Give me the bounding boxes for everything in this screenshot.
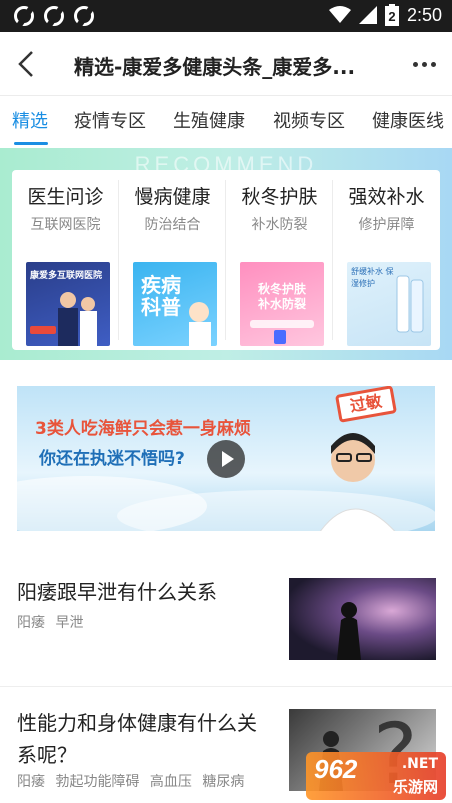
category-tabs: 精选 疫情专区 生殖健康 视频专区 健康医线 <box>0 97 452 147</box>
tab-health-line[interactable]: 健康医线 <box>372 107 444 133</box>
sync-icon <box>74 6 94 26</box>
card-subtitle: 互联网医院 <box>30 217 101 233</box>
article-tag[interactable]: 糖尿病 <box>202 774 244 790</box>
sync-icon <box>44 6 64 26</box>
article-thumbnail <box>289 578 436 660</box>
status-right-icons: 2 2:50 <box>328 4 442 26</box>
watermark-text: 乐游网 <box>392 778 438 796</box>
signal-icon <box>358 6 377 24</box>
recommend-panel: 医生问诊 互联网医院 康爱多互联网医院 慢病健康 防治结合 疾病科普 秋冬护肤 … <box>12 170 440 350</box>
article-item[interactable]: 阳痿跟早泄有什么关系 阳痿 早泄 <box>0 560 452 680</box>
card-thumbnail: 舒缓补水 保湿修护 <box>347 262 431 346</box>
article-tag[interactable]: 早泄 <box>55 615 83 631</box>
card-subtitle: 修护屏障 <box>358 217 415 233</box>
card-title: 慢病健康 <box>134 186 211 208</box>
more-menu-button[interactable] <box>410 54 438 74</box>
recommend-card-doctor[interactable]: 医生问诊 互联网医院 康爱多互联网医院 <box>12 170 119 350</box>
back-button[interactable] <box>10 46 46 82</box>
site-watermark: 962 .NET 乐游网 <box>306 752 446 800</box>
article-title: 阳痿跟早泄有什么关系 <box>17 580 217 604</box>
play-icon[interactable] <box>207 440 245 478</box>
tab-reproductive-health[interactable]: 生殖健康 <box>173 107 245 133</box>
tab-featured[interactable]: 精选 <box>12 107 48 133</box>
chevron-left-icon <box>18 51 33 77</box>
tab-epidemic[interactable]: 疫情专区 <box>74 107 146 133</box>
cosmetics-illustration <box>250 320 314 344</box>
product-bottles <box>396 275 424 333</box>
card-subtitle: 补水防裂 <box>251 217 308 233</box>
video-banner[interactable]: 3类人吃海鲜只会惹一身麻烦 你还在执迷不悟吗? 过敏 <box>17 386 435 531</box>
article-tag[interactable]: 勃起功能障碍 <box>55 774 139 790</box>
tab-video[interactable]: 视频专区 <box>273 107 345 133</box>
dot-icon <box>430 61 436 67</box>
wifi-icon <box>328 6 351 23</box>
sync-icon <box>14 6 34 26</box>
article-tag[interactable]: 阳痿 <box>17 774 45 790</box>
article-tag[interactable]: 高血压 <box>150 774 192 790</box>
recommend-card-skincare[interactable]: 秋冬护肤 补水防裂 秋冬护肤 补水防裂 <box>226 170 333 350</box>
dot-icon <box>421 61 427 67</box>
recommend-card-hydration[interactable]: 强效补水 修护屏障 舒缓补水 保湿修护 <box>333 170 440 350</box>
recommend-card-chronic[interactable]: 慢病健康 防治结合 疾病科普 <box>119 170 226 350</box>
title-bar: 精选-康爱多健康头条_康爱多... <box>0 32 452 96</box>
doctor-cartoon <box>189 302 211 346</box>
presenter-illustration <box>320 433 396 531</box>
article-tags: 阳痿 早泄 <box>17 612 89 632</box>
silhouette-image <box>337 602 361 660</box>
article-tags: 阳痿 勃起功能障碍 高血压 糖尿病 <box>17 771 250 791</box>
status-bar: 2 2:50 <box>0 0 452 32</box>
card-title: 医生问诊 <box>27 186 104 208</box>
video-subheadline: 你还在执迷不悟吗? <box>39 449 185 469</box>
battery-level: 2 <box>388 9 395 24</box>
doctors-illustration <box>30 292 97 346</box>
article-title: 性能力和身体健康有什么关系呢？ <box>17 711 257 767</box>
card-thumbnail: 秋冬护肤 补水防裂 <box>240 262 324 346</box>
status-time: 2:50 <box>406 4 442 25</box>
card-subtitle: 防治结合 <box>144 217 201 233</box>
watermark-number: 962 <box>314 754 358 784</box>
watermark-net: .NET <box>401 756 438 772</box>
recommend-section: RECOMMEND 医生问诊 互联网医院 康爱多互联网医院 慢病健康 防治结合 … <box>0 148 452 360</box>
card-title: 秋冬护肤 <box>241 186 318 208</box>
battery-icon: 2 <box>384 4 399 26</box>
video-headline: 3类人吃海鲜只会惹一身麻烦 <box>35 419 251 439</box>
active-tab-indicator <box>14 142 48 145</box>
card-thumbnail: 疾病科普 <box>133 262 217 346</box>
card-thumbnail: 康爱多互联网医院 <box>26 262 110 346</box>
page-title: 精选-康爱多健康头条_康爱多... <box>74 55 356 79</box>
article-tag[interactable]: 阳痿 <box>17 615 45 631</box>
dot-icon <box>412 61 418 67</box>
status-left-icons <box>14 6 94 26</box>
card-title: 强效补水 <box>348 186 425 208</box>
